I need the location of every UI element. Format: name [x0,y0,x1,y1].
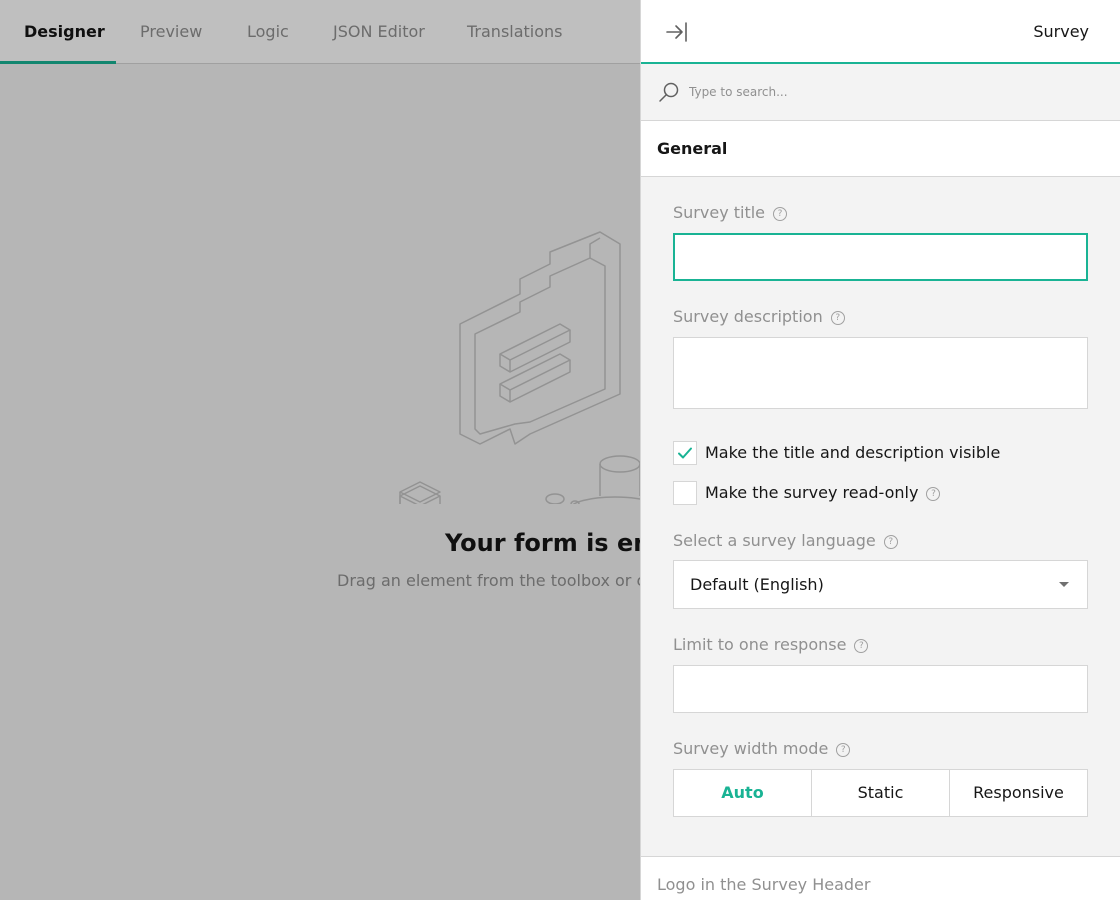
limit-response-label: Limit to one response? [673,635,869,654]
show-title-label: Make the title and description visible [705,443,1001,462]
limit-response-input[interactable] [673,665,1088,713]
collapse-panel-button[interactable] [665,20,689,44]
width-mode-button-group: Auto Static Responsive [673,769,1088,817]
width-mode-label: Survey width mode? [673,739,851,758]
property-panel: Survey General Survey title? Survey desc… [640,0,1120,900]
property-search [641,64,1120,121]
help-icon[interactable]: ? [854,639,869,653]
section-logo-title: Logo in the Survey Header [657,875,871,894]
language-label: Select a survey language? [673,531,898,550]
width-mode-responsive-button[interactable]: Responsive [950,770,1087,816]
search-icon [659,82,679,102]
search-input[interactable] [689,78,1089,106]
modal-overlay[interactable] [0,0,640,900]
language-dropdown[interactable]: Default (English) [673,560,1088,609]
survey-title-label: Survey title? [673,203,788,222]
designer-area: Designer Preview Logic JSON Editor Trans… [0,0,640,900]
survey-description-label: Survey description? [673,307,845,326]
read-only-checkbox[interactable] [673,481,697,505]
width-mode-auto-button[interactable]: Auto [674,770,812,816]
section-logo-header[interactable]: Logo in the Survey Header [641,856,1120,900]
panel-header: Survey [641,0,1120,64]
section-general-header[interactable]: General [641,121,1120,177]
help-icon[interactable]: ? [883,535,898,549]
panel-title: Survey [1033,22,1089,41]
collapse-right-icon [666,22,687,42]
survey-title-input[interactable] [673,233,1088,281]
show-title-checkbox[interactable] [673,441,697,465]
chevron-down-icon [1059,582,1069,587]
help-icon[interactable]: ? [926,487,941,501]
language-value: Default (English) [690,575,824,594]
read-only-label: Make the survey read-only? [705,481,941,505]
survey-description-input[interactable] [673,337,1088,409]
section-title: General [657,139,728,158]
help-icon[interactable]: ? [773,207,788,221]
check-icon [678,447,692,459]
width-mode-static-button[interactable]: Static [812,770,950,816]
help-icon[interactable]: ? [830,311,845,325]
help-icon[interactable]: ? [836,743,851,757]
